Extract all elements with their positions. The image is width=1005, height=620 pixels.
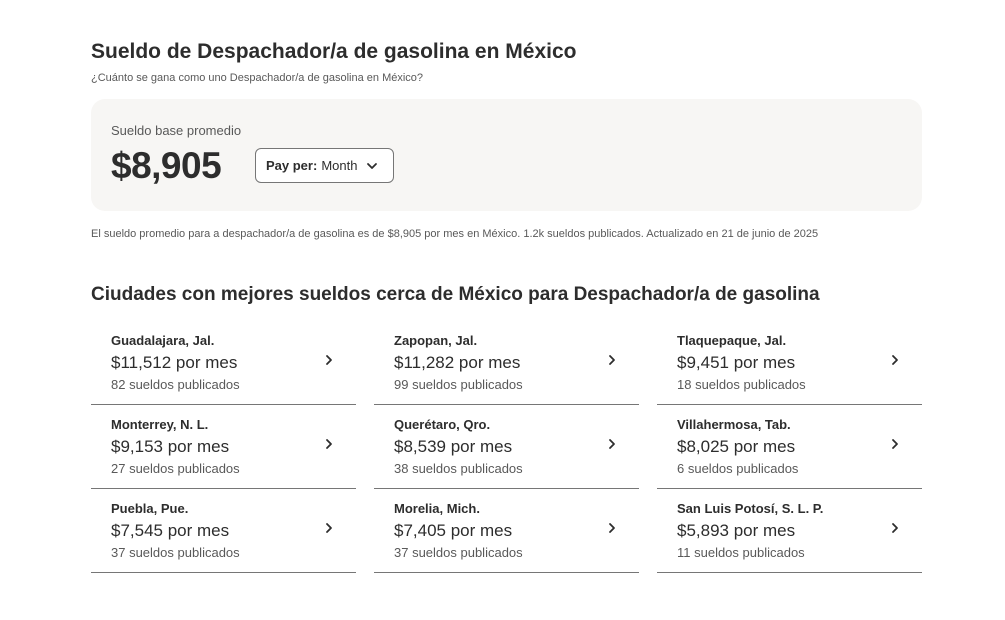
- chevron-right-icon: [892, 439, 898, 449]
- city-salary: $7,545 por mes: [111, 521, 230, 540]
- chevron-down-icon: [366, 160, 378, 172]
- city-card-tlaquepaque[interactable]: Tlaquepaque, Jal. $9,451 por mes 18 suel…: [657, 321, 922, 405]
- average-salary-value: $8,905: [111, 145, 222, 186]
- city-salary-count: 82 sueldos publicados: [111, 377, 240, 392]
- city-name: Guadalajara, Jal.: [111, 333, 215, 348]
- city-salary-count: 37 sueldos publicados: [111, 545, 240, 560]
- city-salary: $11,512 por mes: [111, 353, 238, 372]
- chevron-right-icon: [326, 523, 332, 533]
- city-salary: $9,451 por mes: [677, 353, 796, 372]
- average-salary-card: Sueldo base promedio $8,905 Pay per: Mon…: [91, 99, 922, 211]
- pay-period-value: Month: [321, 158, 358, 173]
- city-salary-count: 11 sueldos publicados: [677, 545, 805, 560]
- city-name: Puebla, Pue.: [111, 501, 189, 516]
- city-name: Zapopan, Jal.: [394, 333, 478, 348]
- chevron-right-icon: [892, 523, 898, 533]
- city-salary: $9,153 por mes: [111, 437, 230, 456]
- city-salary-count: 99 sueldos publicados: [394, 377, 523, 392]
- city-name: Monterrey, N. L.: [111, 417, 209, 432]
- city-card-guadalajara[interactable]: Guadalajara, Jal. $11,512 por mes 82 sue…: [91, 321, 356, 405]
- cities-section-title: Ciudades con mejores sueldos cerca de Mé…: [91, 284, 820, 305]
- city-card-monterrey[interactable]: Monterrey, N. L. $9,153 por mes 27 sueld…: [91, 405, 356, 489]
- city-card-villahermosa[interactable]: Villahermosa, Tab. $8,025 por mes 6 suel…: [657, 405, 922, 489]
- city-card-morelia[interactable]: Morelia, Mich. $7,405 por mes 37 sueldos…: [374, 489, 639, 573]
- city-name: Tlaquepaque, Jal.: [677, 333, 787, 348]
- city-name: San Luis Potosí, S. L. P.: [677, 501, 824, 516]
- city-salary-count: 18 sueldos publicados: [677, 377, 806, 392]
- city-salary: $8,025 por mes: [677, 437, 796, 456]
- city-salary: $8,539 por mes: [394, 437, 513, 456]
- city-salary-count: 27 sueldos publicados: [111, 461, 240, 476]
- city-card-puebla[interactable]: Puebla, Pue. $7,545 por mes 37 sueldos p…: [91, 489, 356, 573]
- city-name: Querétaro, Qro.: [394, 417, 491, 432]
- chevron-right-icon: [609, 523, 615, 533]
- city-salary: $11,282 por mes: [394, 353, 521, 372]
- salary-footnote: El sueldo promedio para a despachador/a …: [91, 228, 819, 240]
- chevron-right-icon: [326, 439, 332, 449]
- city-salary: $5,893 por mes: [677, 521, 796, 540]
- chevron-right-icon: [892, 355, 898, 365]
- city-salary-count: 6 sueldos publicados: [677, 461, 799, 476]
- city-salary-count: 38 sueldos publicados: [394, 461, 523, 476]
- city-salary-count: 37 sueldos publicados: [394, 545, 523, 560]
- page-title: Sueldo de Despachador/a de gasolina en M…: [91, 40, 577, 63]
- average-salary-label: Sueldo base promedio: [111, 123, 242, 138]
- city-salary: $7,405 por mes: [394, 521, 513, 540]
- chevron-right-icon: [609, 355, 615, 365]
- salary-page: Sueldo de Despachador/a de gasolina en M…: [0, 0, 1005, 620]
- pay-period-label: Pay per:: [266, 158, 318, 173]
- chevron-right-icon: [326, 355, 332, 365]
- city-name: Villahermosa, Tab.: [677, 417, 791, 432]
- page-subtitle: ¿Cuánto se gana como uno Despachador/a d…: [91, 72, 424, 84]
- city-card-zapopan[interactable]: Zapopan, Jal. $11,282 por mes 99 sueldos…: [374, 321, 639, 405]
- city-name: Morelia, Mich.: [394, 501, 480, 516]
- chevron-right-icon: [609, 439, 615, 449]
- pay-period-select[interactable]: Pay per: Month: [255, 148, 394, 183]
- city-card-queretaro[interactable]: Querétaro, Qro. $8,539 por mes 38 sueldo…: [374, 405, 639, 489]
- city-card-san-luis-potosi[interactable]: San Luis Potosí, S. L. P. $5,893 por mes…: [657, 489, 922, 573]
